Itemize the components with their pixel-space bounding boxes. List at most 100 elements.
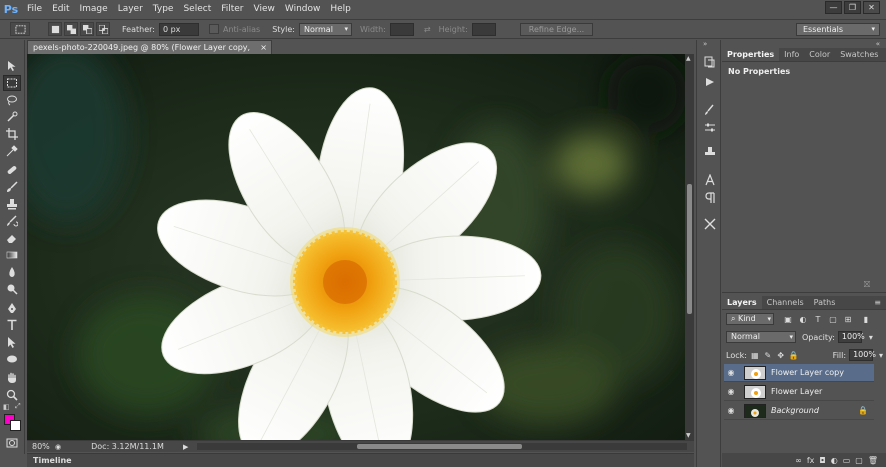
menu-layer[interactable]: Layer — [113, 0, 148, 18]
menu-file[interactable]: File — [22, 0, 47, 18]
width-input[interactable] — [389, 22, 414, 36]
add-selection-button[interactable] — [64, 22, 78, 36]
layer-row-flower[interactable]: ◉ Flower Layer — [724, 383, 874, 401]
lock-position-icon[interactable]: ✥ — [776, 349, 786, 361]
actions-panel-button[interactable] — [702, 74, 717, 89]
tab-layers[interactable]: Layers — [722, 296, 762, 309]
vertical-scrollbar[interactable]: ▲ ▼ — [685, 54, 694, 440]
properties-trash-icon[interactable]: ⛝ — [864, 280, 870, 290]
horizontal-scroll-thumb[interactable] — [357, 444, 522, 449]
trash-icon[interactable]: 🗑 — [868, 456, 878, 465]
restore-button[interactable]: ❐ — [844, 1, 861, 14]
history-brush-tool[interactable] — [3, 213, 21, 229]
panel-collapse-icon[interactable]: « — [876, 40, 880, 48]
zoom-tool[interactable] — [3, 387, 21, 403]
close-document-icon[interactable]: × — [260, 41, 267, 55]
lock-pixels-icon[interactable]: ✎ — [763, 349, 773, 361]
group-icon[interactable]: ▭ — [843, 456, 851, 465]
tab-paths[interactable]: Paths — [809, 296, 841, 309]
crop-tool[interactable] — [3, 126, 21, 142]
default-colors-icon[interactable]: ◧ — [3, 403, 10, 411]
refine-edge-button[interactable]: Refine Edge... — [519, 22, 594, 36]
document-canvas[interactable] — [27, 54, 685, 440]
eraser-tool[interactable] — [3, 230, 21, 246]
new-layer-icon[interactable]: ▢ — [855, 456, 863, 465]
tab-color[interactable]: Color — [804, 48, 835, 61]
lock-all-icon[interactable]: 🔒 — [789, 349, 799, 361]
mask-icon[interactable]: ◘ — [819, 456, 825, 465]
path-selection-tool[interactable] — [3, 334, 21, 350]
dodge-tool[interactable] — [3, 281, 21, 297]
brush-panel-button[interactable] — [702, 102, 717, 117]
tab-properties[interactable]: Properties — [722, 48, 780, 61]
menu-help[interactable]: Help — [325, 0, 356, 18]
type-tool[interactable] — [3, 317, 21, 333]
eyedropper-tool[interactable] — [3, 143, 21, 159]
clone-stamp-tool[interactable] — [3, 196, 21, 212]
blur-tool[interactable] — [3, 264, 21, 280]
zoom-level[interactable]: 80% — [27, 442, 57, 451]
visibility-eye-icon[interactable]: ◉ — [724, 368, 738, 377]
layer-row-background[interactable]: ◉ Background 🔒 — [724, 402, 874, 420]
workspace-select[interactable]: Essentials — [796, 23, 880, 36]
menu-type[interactable]: Type — [148, 0, 179, 18]
close-window-button[interactable]: ✕ — [863, 1, 880, 14]
brush-tool[interactable] — [3, 179, 21, 195]
fx-icon[interactable]: fx — [807, 456, 815, 465]
filter-adjustment-icon[interactable]: ◐ — [797, 313, 809, 325]
status-menu-arrow-icon[interactable]: ▶ — [183, 443, 188, 451]
blend-mode-select[interactable]: Normal — [726, 331, 796, 343]
tab-channels[interactable]: Channels — [762, 296, 809, 309]
intersect-selection-button[interactable] — [96, 22, 110, 36]
character-panel-button[interactable] — [702, 172, 717, 187]
timeline-panel-tab[interactable]: Timeline — [27, 453, 694, 467]
opacity-dropdown-icon[interactable]: ▾ — [865, 331, 877, 343]
pen-tool[interactable] — [3, 300, 21, 316]
quick-mask-button[interactable] — [3, 435, 21, 451]
tool-preset-picker[interactable] — [10, 22, 30, 36]
shape-tool[interactable] — [3, 351, 21, 367]
vertical-scroll-thumb[interactable] — [687, 184, 692, 314]
filter-shape-icon[interactable]: ▢ — [827, 313, 839, 325]
quick-select-tool[interactable] — [3, 109, 21, 125]
horizontal-scrollbar[interactable] — [197, 443, 687, 450]
layers-panel-menu-icon[interactable]: ≡ — [869, 296, 886, 309]
height-input[interactable] — [471, 22, 496, 36]
fill-input[interactable]: 100% — [849, 349, 876, 361]
adjustment-icon[interactable]: ◐ — [831, 456, 838, 465]
move-tool[interactable] — [3, 58, 21, 74]
lock-transparent-icon[interactable]: ▦ — [750, 349, 760, 361]
tool-options-button[interactable] — [702, 216, 717, 231]
healing-brush-tool[interactable] — [3, 162, 21, 178]
menu-select[interactable]: Select — [178, 0, 216, 18]
tool-presets-button[interactable] — [702, 120, 717, 135]
history-panel-button[interactable] — [702, 54, 717, 69]
filter-pixel-icon[interactable]: ▣ — [782, 313, 794, 325]
menu-window[interactable]: Window — [280, 0, 326, 18]
visibility-eye-icon[interactable]: ◉ — [724, 406, 738, 415]
anti-alias-checkbox[interactable] — [208, 24, 219, 34]
feather-input[interactable]: 0 px — [158, 22, 199, 36]
paragraph-panel-button[interactable] — [702, 190, 717, 205]
swap-dimensions-icon[interactable]: ⇄ — [424, 25, 431, 34]
scroll-down-icon[interactable]: ▼ — [686, 432, 691, 439]
tab-swatches[interactable]: Swatches — [835, 48, 883, 61]
layer-row-flower-copy[interactable]: ◉ Flower Layer copy — [724, 364, 874, 382]
new-selection-button[interactable] — [48, 22, 62, 36]
menu-filter[interactable]: Filter — [216, 0, 248, 18]
filter-toggle-icon[interactable]: ▮ — [860, 313, 872, 325]
layer-filter-kind-select[interactable]: ⌕ Kind — [726, 313, 774, 325]
hand-tool[interactable] — [3, 370, 21, 386]
lasso-tool[interactable] — [3, 92, 21, 108]
menu-edit[interactable]: Edit — [47, 0, 74, 18]
scroll-up-icon[interactable]: ▲ — [686, 55, 691, 62]
status-info-icon[interactable]: ◉ — [55, 443, 61, 451]
tab-info[interactable]: Info — [779, 48, 804, 61]
document-tab[interactable]: pexels-photo-220049.jpeg @ 80% (Flower L… — [27, 40, 272, 66]
dock-expand-icon[interactable]: » — [703, 40, 707, 48]
clone-source-button[interactable] — [702, 144, 717, 159]
minimize-button[interactable]: — — [825, 1, 842, 14]
filter-type-icon[interactable]: T — [812, 313, 824, 325]
subtract-selection-button[interactable] — [80, 22, 94, 36]
filter-smart-object-icon[interactable]: ⊞ — [842, 313, 854, 325]
